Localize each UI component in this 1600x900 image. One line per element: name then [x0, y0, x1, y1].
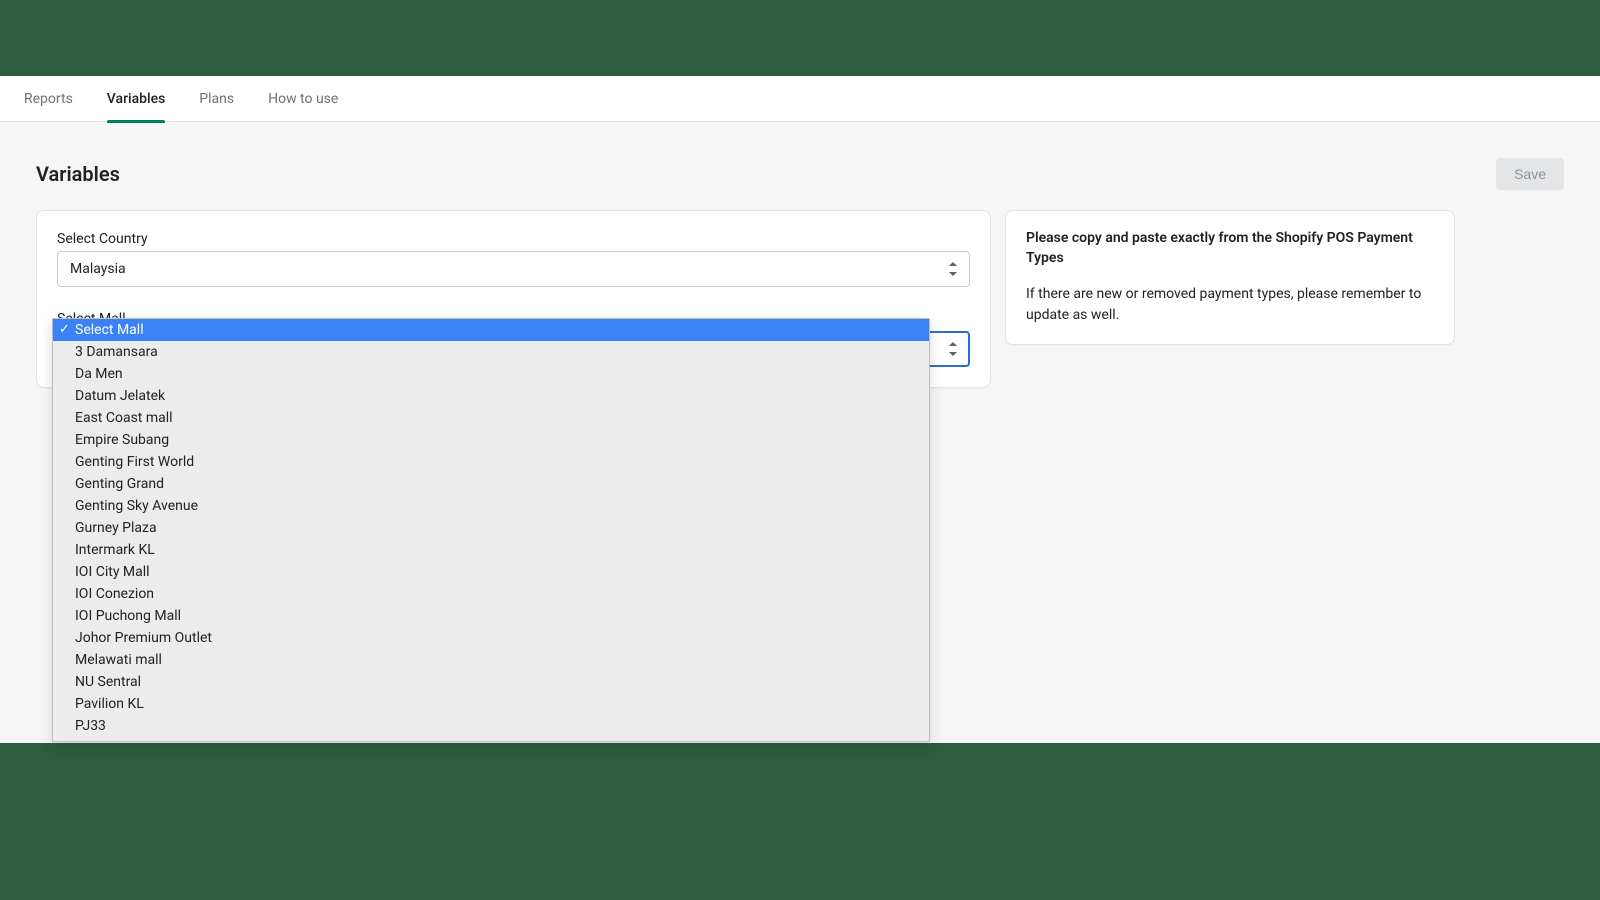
bottom-banner: [0, 743, 1600, 900]
mall-option[interactable]: Johor Premium Outlet: [53, 627, 929, 649]
mall-option[interactable]: Genting Sky Avenue: [53, 495, 929, 517]
mall-option[interactable]: Pavilion KL: [53, 693, 929, 715]
tab-bar: Reports Variables Plans How to use: [0, 76, 1600, 122]
info-card: Please copy and paste exactly from the S…: [1005, 210, 1455, 345]
tab-variables[interactable]: Variables: [107, 76, 165, 122]
mall-option[interactable]: Empire Subang: [53, 429, 929, 451]
page-title: Variables: [36, 162, 120, 186]
mall-option[interactable]: Queensway Mall: [53, 737, 929, 742]
country-select[interactable]: Malaysia: [57, 251, 970, 287]
mall-option[interactable]: Genting First World: [53, 451, 929, 473]
mall-dropdown[interactable]: Select Mall 3 Damansara Da Men Datum Jel…: [52, 318, 930, 742]
mall-option[interactable]: 3 Damansara: [53, 341, 929, 363]
tab-reports[interactable]: Reports: [24, 76, 73, 122]
info-body: If there are new or removed payment type…: [1026, 284, 1434, 326]
tab-plans[interactable]: Plans: [199, 76, 234, 122]
mall-option[interactable]: IOI Conezion: [53, 583, 929, 605]
tab-how-to-use[interactable]: How to use: [268, 76, 338, 122]
mall-option[interactable]: IOI City Mall: [53, 561, 929, 583]
mall-option[interactable]: Melawati mall: [53, 649, 929, 671]
page-header: Variables Save: [36, 158, 1564, 190]
mall-option[interactable]: Select Mall: [53, 319, 929, 341]
mall-option[interactable]: IOI Puchong Mall: [53, 605, 929, 627]
mall-option[interactable]: Genting Grand: [53, 473, 929, 495]
info-heading: Please copy and paste exactly from the S…: [1026, 229, 1434, 268]
mall-option[interactable]: East Coast mall: [53, 407, 929, 429]
country-select-wrap: Malaysia: [57, 251, 970, 287]
mall-option[interactable]: Intermark KL: [53, 539, 929, 561]
top-banner: [0, 0, 1600, 76]
mall-option[interactable]: Datum Jelatek: [53, 385, 929, 407]
mall-option[interactable]: Gurney Plaza: [53, 517, 929, 539]
mall-option[interactable]: NU Sentral: [53, 671, 929, 693]
country-label: Select Country: [57, 231, 970, 247]
save-button[interactable]: Save: [1496, 158, 1564, 190]
mall-option[interactable]: Da Men: [53, 363, 929, 385]
mall-option[interactable]: PJ33: [53, 715, 929, 737]
